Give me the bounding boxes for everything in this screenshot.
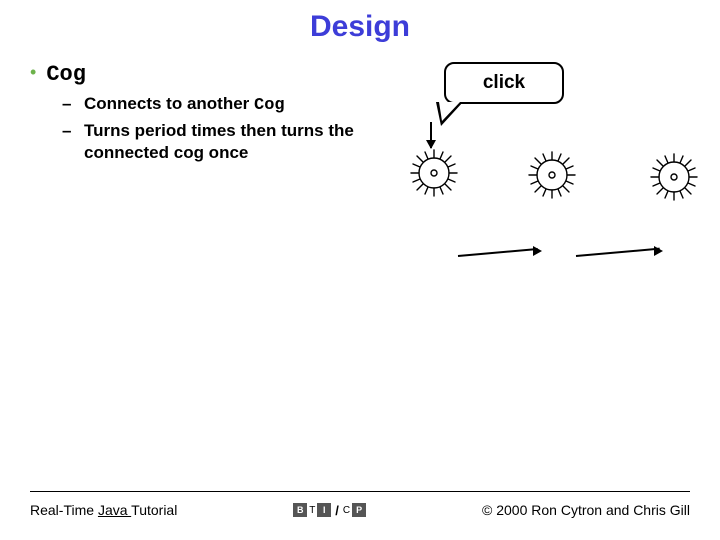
- logo-box-icon: B: [293, 503, 307, 517]
- bullet-dot-icon: •: [30, 62, 36, 84]
- subitem-2: – Turns period times then turns the conn…: [62, 120, 390, 163]
- bullet-main: • Cog: [30, 62, 390, 87]
- dash-icon: –: [62, 93, 74, 114]
- footer-divider: [30, 491, 690, 492]
- bullet-main-label: Cog: [46, 62, 86, 87]
- diagram-area: click: [390, 62, 690, 167]
- logo-letter: T: [309, 505, 315, 516]
- slide-title: Design: [0, 0, 720, 44]
- bullet-column: • Cog – Connects to another Cog – Turns …: [30, 62, 390, 167]
- subitem-2-prefix: Turns period times then turns the connec…: [84, 121, 354, 161]
- dash-icon: –: [62, 120, 74, 141]
- arrow-right-icon: [533, 246, 542, 256]
- footer-copyright: © 2000 Ron Cytron and Chris Gill: [482, 502, 690, 518]
- arrow-down-icon: [430, 122, 432, 148]
- logo-box-icon: P: [352, 503, 366, 517]
- java-link[interactable]: Java: [98, 502, 131, 518]
- subitem-1-text: Connects to another Cog: [84, 93, 285, 116]
- logo-box-icon: I: [317, 503, 331, 517]
- gear-icon: [648, 151, 700, 203]
- footer-left-prefix: Real-Time: [30, 502, 98, 518]
- connector-line-icon: [576, 248, 660, 257]
- gear-icon: [408, 147, 460, 199]
- footer-left: Real-Time Java Tutorial: [30, 502, 177, 518]
- gear-icon: [526, 149, 578, 201]
- subitem-1-mono: Cog: [254, 96, 285, 115]
- logo-letter: C: [343, 505, 350, 516]
- subitem-1-prefix: Connects to another: [84, 94, 254, 113]
- footer-left-suffix: Tutorial: [131, 502, 177, 518]
- arrow-right-icon: [654, 246, 663, 256]
- logo-slash-icon: /: [335, 503, 339, 518]
- subitem-1: – Connects to another Cog: [62, 93, 390, 116]
- content-area: • Cog – Connects to another Cog – Turns …: [0, 44, 720, 167]
- click-callout: click: [444, 62, 564, 104]
- footer: Real-Time Java Tutorial B T I / C P © 20…: [30, 491, 690, 518]
- footer-center-logo: B T I / C P: [293, 503, 366, 518]
- subitem-2-text: Turns period times then turns the connec…: [84, 120, 390, 163]
- connector-line-icon: [458, 248, 538, 257]
